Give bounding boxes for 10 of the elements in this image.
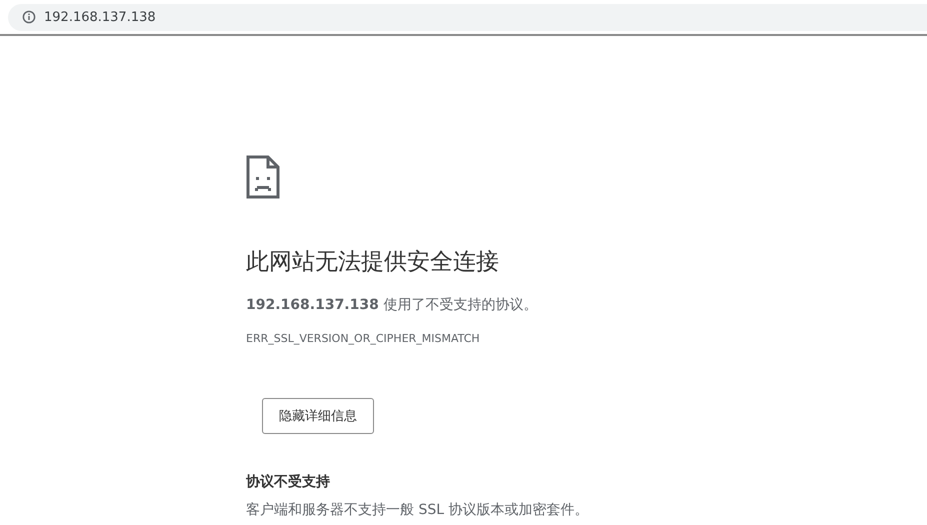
details-heading: 协议不受支持: [246, 473, 330, 492]
details-text: 客户端和服务器不支持一般 SSL 协议版本或加密套件。: [246, 501, 588, 520]
error-code: ERR_SSL_VERSION_OR_CIPHER_MISMATCH: [246, 332, 480, 346]
url-text: 192.168.137.138: [44, 10, 156, 24]
hide-details-button[interactable]: 隐藏详细信息: [262, 398, 374, 434]
error-heading: 此网站无法提供安全连接: [246, 248, 499, 277]
address-bar[interactable]: 192.168.137.138: [8, 4, 927, 30]
info-icon[interactable]: [22, 10, 36, 24]
error-message: 192.168.137.138 使用了不受支持的协议。: [246, 296, 538, 315]
sad-page-icon: [246, 155, 280, 199]
